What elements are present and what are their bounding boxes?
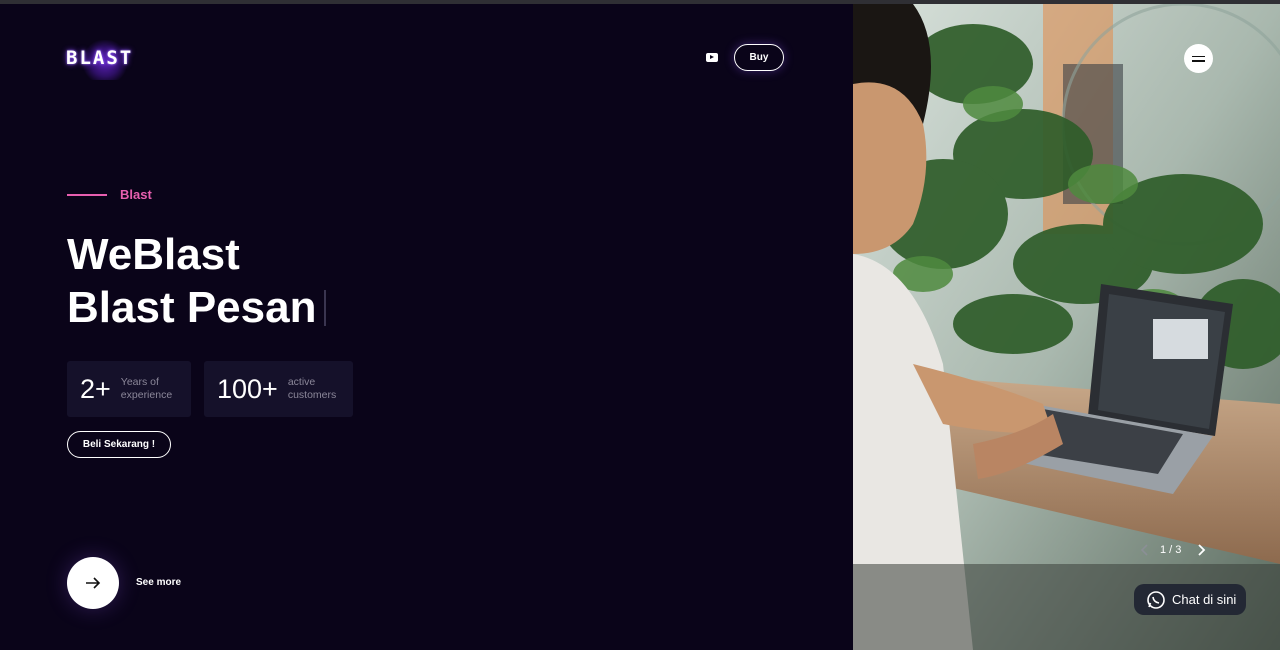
logo-text: BLAST xyxy=(66,47,134,69)
menu-line xyxy=(1192,60,1205,62)
eyebrow-divider xyxy=(67,194,107,196)
menu-line xyxy=(1192,55,1205,57)
whatsapp-chat-button[interactable]: Chat di sini xyxy=(1134,584,1246,615)
chevron-left-icon[interactable] xyxy=(1140,544,1150,556)
hero-eyebrow: Blast xyxy=(120,187,152,202)
menu-toggle-button[interactable] xyxy=(1184,44,1213,73)
stat-label: active customers xyxy=(287,376,337,401)
arrow-right-icon xyxy=(86,577,101,589)
stat-number: 100+ xyxy=(217,373,278,404)
see-more-label[interactable]: See more xyxy=(136,577,181,588)
stat-card-customers: 100+ active customers xyxy=(204,361,353,417)
see-more-button[interactable] xyxy=(67,557,119,609)
stat-card-experience: 2+ Years of experience xyxy=(67,361,191,417)
hero-title-line-2-text: Blast Pesan xyxy=(67,283,317,332)
whatsapp-icon xyxy=(1147,590,1165,609)
youtube-icon[interactable] xyxy=(706,53,718,62)
brand-logo[interactable]: BLAST xyxy=(62,40,148,80)
photo-woman-laptop xyxy=(853,4,1280,650)
chat-label: Chat di sini xyxy=(1172,592,1237,607)
stat-label: Years of experience xyxy=(120,376,173,401)
hero-title-line-1: WeBlast xyxy=(67,230,240,279)
stat-number: 2+ xyxy=(80,373,111,404)
chevron-right-icon[interactable] xyxy=(1191,544,1209,556)
buy-now-button[interactable]: Beli Sekarang ! xyxy=(67,431,171,458)
buy-button[interactable]: Buy xyxy=(734,44,784,71)
hero-title: WeBlast Blast Pesan xyxy=(67,228,327,334)
slide-counter: 1 / 3 xyxy=(1160,544,1182,556)
hero-photo xyxy=(853,4,1280,650)
slider-controls: 1 / 3 xyxy=(1140,544,1209,556)
hero-title-line-2: Blast Pesan xyxy=(67,281,327,334)
typing-cursor xyxy=(324,290,327,326)
